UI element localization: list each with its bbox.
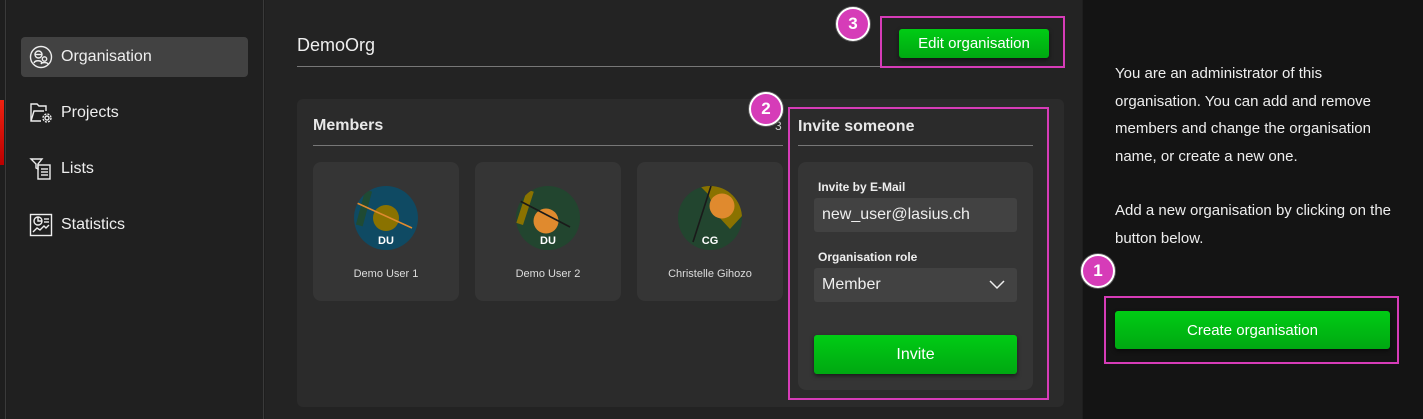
sidebar-item-label: Organisation xyxy=(61,48,152,65)
member-card[interactable]: CG Christelle Gihozo xyxy=(637,162,783,301)
sidebar-item-label: Projects xyxy=(61,104,119,121)
avatar: DU xyxy=(516,186,580,250)
page-title: DemoOrg xyxy=(297,35,376,55)
organisation-icon xyxy=(29,45,53,69)
folder-gear-icon xyxy=(30,103,52,123)
active-indicator xyxy=(0,100,4,165)
statistics-icon xyxy=(29,213,53,237)
member-card[interactable]: DU Demo User 1 xyxy=(313,162,459,301)
member-name: Demo User 2 xyxy=(515,268,581,280)
annotation-badge-3: 3 xyxy=(836,7,870,41)
highlight-box-2 xyxy=(788,107,1049,400)
sidebar-item-label: Lists xyxy=(61,160,94,177)
member-name: Christelle Gihozo xyxy=(668,268,752,280)
sidebar: Organisation Projects Lists Statistics xyxy=(7,0,264,419)
sidebar-item-projects[interactable]: Projects xyxy=(21,93,248,133)
highlight-box-1 xyxy=(1104,296,1399,364)
member-card[interactable]: DU Demo User 2 xyxy=(475,162,621,301)
highlight-box-3 xyxy=(880,16,1065,68)
members-title: Members xyxy=(313,117,384,134)
avatar-initials: DU xyxy=(378,235,394,247)
avatar-initials: DU xyxy=(540,235,556,247)
annotation-badge-2: 2 xyxy=(749,92,783,126)
avatar: DU xyxy=(354,186,418,250)
info-text: You are an administrator of this organis… xyxy=(1115,65,1372,165)
divider xyxy=(313,145,783,146)
sidebar-item-organisation[interactable]: Organisation xyxy=(21,37,248,77)
sidebar-item-lists[interactable]: Lists xyxy=(21,149,248,189)
filter-list-icon xyxy=(29,158,51,180)
sidebar-item-statistics[interactable]: Statistics xyxy=(21,205,248,245)
sidebar-item-label: Statistics xyxy=(61,216,126,233)
member-name: Demo User 1 xyxy=(353,268,419,280)
avatar-initials: CG xyxy=(702,235,719,247)
info-text: Add a new organisation by clicking on th… xyxy=(1115,202,1392,247)
annotation-badge-1: 1 xyxy=(1081,254,1115,288)
avatar: CG xyxy=(678,186,742,250)
left-edge-strip xyxy=(0,0,6,419)
